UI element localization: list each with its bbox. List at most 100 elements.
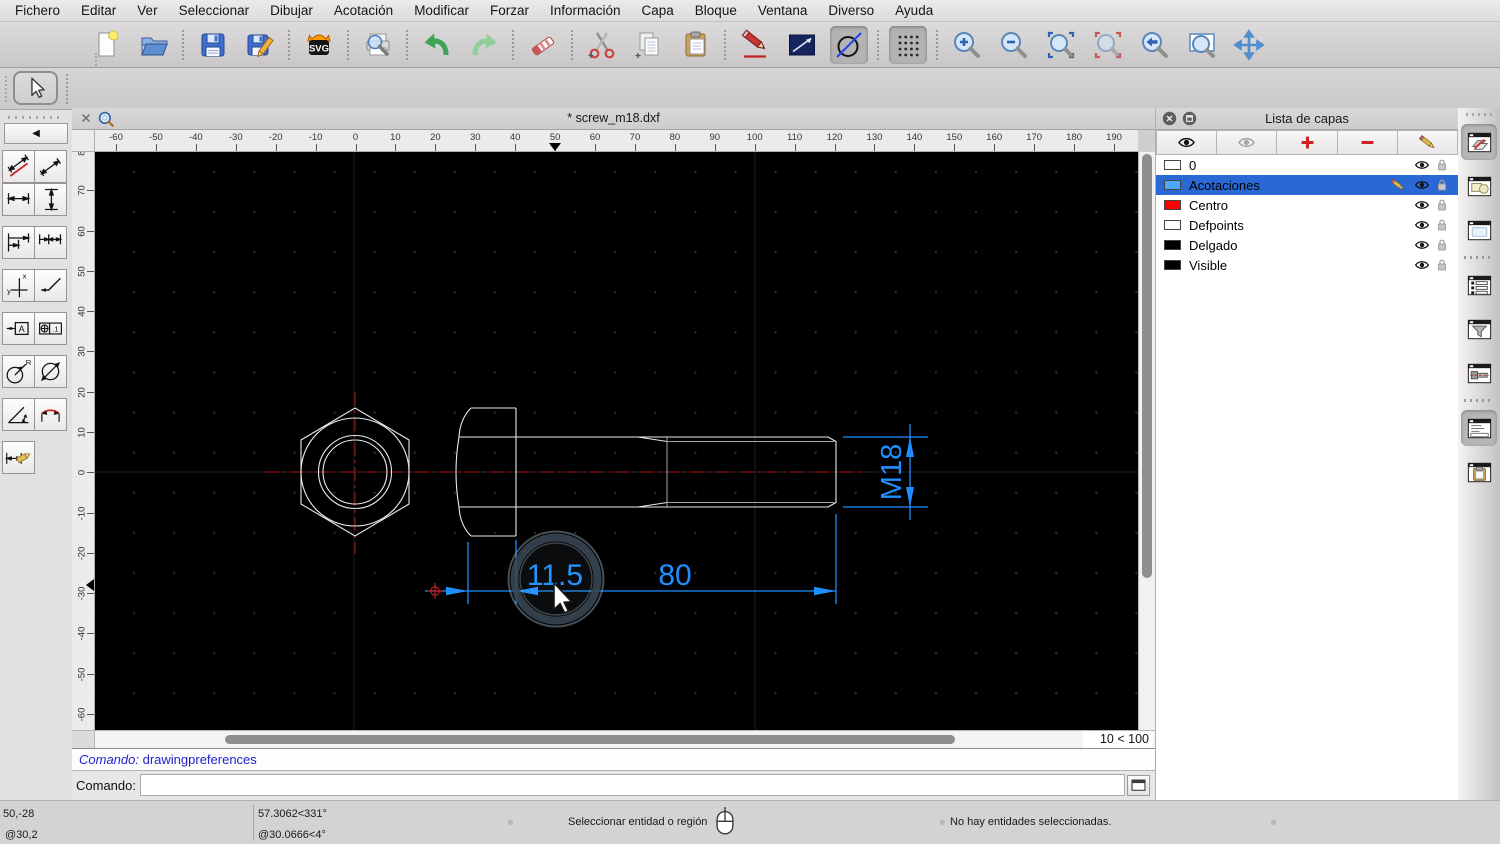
zoom-in-button[interactable] <box>948 26 986 64</box>
panel-view-toggle-button[interactable] <box>1461 355 1497 391</box>
paste-button[interactable] <box>677 26 715 64</box>
panel-filter-toggle-button[interactable] <box>1461 311 1497 347</box>
layer-color-swatch[interactable] <box>1164 220 1181 230</box>
dim-leader-button[interactable] <box>34 269 67 302</box>
layer-color-swatch[interactable] <box>1164 240 1181 250</box>
zoom-out-button[interactable] <box>995 26 1033 64</box>
zoom-previous-button[interactable] <box>1136 26 1174 64</box>
menu-informacion[interactable]: Información <box>550 3 621 18</box>
menu-capa[interactable]: Capa <box>642 3 674 18</box>
menu-forzar[interactable]: Forzar <box>490 3 529 18</box>
toolbar-drag-handle[interactable] <box>5 76 8 102</box>
menu-dibujar[interactable]: Dibujar <box>270 3 313 18</box>
dim-radius-button[interactable]: R <box>2 355 35 388</box>
layer-row-delgado[interactable]: Delgado <box>1156 235 1458 255</box>
cut-button[interactable] <box>583 26 621 64</box>
dim-angular-button[interactable] <box>2 398 35 431</box>
menu-diverso[interactable]: Diverso <box>828 3 874 18</box>
menu-ayuda[interactable]: Ayuda <box>895 3 933 18</box>
line-tool-button[interactable] <box>783 26 821 64</box>
menu-bloque[interactable]: Bloque <box>695 3 737 18</box>
layer-row-defpoints[interactable]: Defpoints <box>1156 215 1458 235</box>
menu-editar[interactable]: Editar <box>81 3 116 18</box>
dim-continue-button[interactable] <box>34 226 67 259</box>
dim-ordinate-button[interactable]: xy <box>2 269 35 302</box>
svg-export-button[interactable]: SVG <box>300 26 338 64</box>
menu-modificar[interactable]: Modificar <box>414 3 469 18</box>
layer-lock-toggle[interactable] <box>1434 157 1450 173</box>
vertical-scrollbar[interactable] <box>1138 152 1155 730</box>
dim-diameter-button[interactable] <box>34 355 67 388</box>
add-layer-button[interactable] <box>1277 130 1338 155</box>
panel-library-toggle-button[interactable] <box>1461 212 1497 248</box>
dim-aligned-button[interactable] <box>34 150 67 183</box>
menu-ventana[interactable]: Ventana <box>758 3 808 18</box>
layer-lock-toggle[interactable] <box>1434 257 1450 273</box>
menu-fichero[interactable]: Fichero <box>15 3 60 18</box>
layer-color-swatch[interactable] <box>1164 200 1181 210</box>
vertical-scrollbar-thumb[interactable] <box>1142 154 1152 578</box>
dim-text-thread[interactable]: M18 <box>876 444 908 500</box>
eraser-button[interactable] <box>524 26 562 64</box>
dim-regenerate-button[interactable] <box>2 441 35 474</box>
layer-lock-toggle[interactable] <box>1434 197 1450 213</box>
palette-drag-handle[interactable] <box>8 116 64 119</box>
zoom-selection-button[interactable] <box>1089 26 1127 64</box>
layer-color-swatch[interactable] <box>1164 260 1181 270</box>
layer-row-0[interactable]: 0 <box>1156 155 1458 175</box>
command-window-button[interactable] <box>1127 775 1150 796</box>
layer-lock-toggle[interactable] <box>1434 177 1450 193</box>
horizontal-scrollbar[interactable]: 10 < 100 <box>72 730 1155 749</box>
circle-tool-button[interactable] <box>830 25 868 64</box>
edit-layer-button[interactable] <box>1397 130 1459 155</box>
layer-visibility-toggle[interactable] <box>1414 157 1430 173</box>
layer-visibility-toggle[interactable] <box>1414 257 1430 273</box>
layer-color-swatch[interactable] <box>1164 160 1181 170</box>
panel-properties-toggle-button[interactable] <box>1461 267 1497 303</box>
layer-visibility-toggle[interactable] <box>1414 197 1430 213</box>
grid-toggle-button[interactable] <box>889 25 927 64</box>
menu-acotacion[interactable]: Acotación <box>334 3 393 18</box>
zoom-window-button[interactable] <box>1183 26 1221 64</box>
command-input[interactable] <box>140 774 1125 796</box>
selection-tool-button[interactable] <box>13 71 58 105</box>
layer-row-visible[interactable]: Visible <box>1156 255 1458 275</box>
dim-text-length[interactable]: 80 <box>658 559 691 592</box>
redo-button[interactable] <box>465 26 503 64</box>
panel-command-toggle-button[interactable] <box>1461 410 1497 446</box>
copy-button[interactable] <box>630 26 668 64</box>
layer-row-centro[interactable]: Centro <box>1156 195 1458 215</box>
dim-aligned-active-button[interactable] <box>2 150 35 183</box>
print-preview-button[interactable] <box>359 26 397 64</box>
pan-button[interactable] <box>1230 26 1268 64</box>
layer-color-swatch[interactable] <box>1164 180 1181 190</box>
dim-horizontal-button[interactable] <box>2 183 35 216</box>
dim-arc-button[interactable] <box>34 398 67 431</box>
panel-layers-toggle-button[interactable] <box>1461 124 1497 160</box>
new-file-button[interactable] <box>88 26 126 64</box>
dock-strip-drag-handle[interactable] <box>1466 113 1492 116</box>
menu-ver[interactable]: Ver <box>137 3 157 18</box>
draw-pencil-button[interactable] <box>736 26 774 64</box>
layer-visibility-toggle[interactable] <box>1414 177 1430 193</box>
save-button[interactable] <box>194 26 232 64</box>
dim-baseline-button[interactable] <box>2 226 35 259</box>
layer-lock-toggle[interactable] <box>1434 237 1450 253</box>
menu-seleccionar[interactable]: Seleccionar <box>179 3 250 18</box>
dim-vertical-button[interactable] <box>34 183 67 216</box>
layer-visibility-toggle[interactable] <box>1414 237 1430 253</box>
layer-row-acotaciones[interactable]: Acotaciones <box>1156 175 1458 195</box>
panel-blocks-toggle-button[interactable] <box>1461 168 1497 204</box>
panel-clipboard-toggle-button[interactable] <box>1461 454 1497 490</box>
layer-lock-toggle[interactable] <box>1434 217 1450 233</box>
layer-visibility-toggle[interactable] <box>1414 217 1430 233</box>
palette-back-button[interactable]: ◀ <box>4 123 68 144</box>
toggle-all-hidden-button[interactable] <box>1217 130 1278 155</box>
dim-label-button[interactable]: A <box>2 312 35 345</box>
undo-button[interactable] <box>418 26 456 64</box>
horizontal-scrollbar-thumb[interactable] <box>225 735 955 744</box>
remove-layer-button[interactable] <box>1337 130 1398 155</box>
open-folder-button[interactable] <box>135 26 173 64</box>
dim-tolerance-button[interactable]: .1 <box>34 312 67 345</box>
drawing-canvas[interactable]: 11.5 80 M18 <box>95 152 1138 730</box>
